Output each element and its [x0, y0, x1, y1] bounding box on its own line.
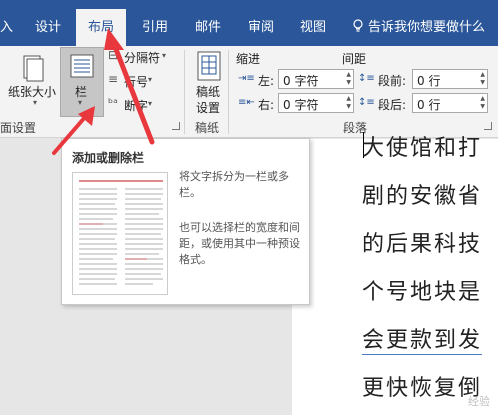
- space-after-value: 0 行: [417, 98, 441, 112]
- space-after-icon: ↕≡: [358, 97, 375, 108]
- tell-me-text: 告诉我你想要做什么: [368, 20, 486, 35]
- space-after-input[interactable]: 0 行 ▲ ▼: [412, 93, 488, 113]
- columns-dropdown-icon: ▾: [78, 98, 83, 107]
- space-before-input[interactable]: 0 行 ▲ ▼: [412, 69, 488, 89]
- spinner-arrows-icon[interactable]: ▲ ▼: [346, 71, 351, 87]
- paragraph-launcher-icon[interactable]: [484, 122, 492, 130]
- tell-me-search[interactable]: 告诉我你想要做什么: [352, 16, 485, 35]
- paper-size-icon: [23, 55, 44, 82]
- tooltip-description-1: 将文字拆分为一栏或多栏。: [179, 170, 289, 199]
- document-line[interactable]: 大使馆和打: [362, 130, 482, 162]
- document-line[interactable]: 剧的安徽省: [362, 178, 482, 210]
- paper-size-button[interactable]: 纸张大小: [8, 83, 56, 100]
- columns-icon: [70, 54, 94, 78]
- spinner-arrows-icon[interactable]: ▲ ▼: [346, 95, 351, 111]
- hyphenation-icon: ᵇᵃ: [108, 96, 118, 110]
- space-after-label: 段后:: [378, 98, 407, 112]
- indent-right-icon: ≡⇤: [238, 97, 255, 108]
- indent-left-value: 0 字符: [283, 74, 319, 88]
- paper-size-dropdown-icon[interactable]: ▾: [33, 98, 37, 107]
- columns-tooltip: 添加或删除栏 将文字拆分为一栏或多栏。 也可以选择栏的宽度和间距，或使用其中一种…: [61, 138, 310, 305]
- group-divider: [228, 50, 229, 134]
- line-numbers-button[interactable]: 行号: [124, 73, 148, 90]
- indent-right-value: 0 字符: [283, 98, 319, 112]
- tab-review[interactable]: 审阅: [248, 16, 274, 35]
- line-numbers-dropdown-icon[interactable]: ▾: [148, 75, 152, 84]
- columns-preview-image: [72, 172, 168, 295]
- indent-right-input[interactable]: 0 字符 ▲ ▼: [278, 93, 354, 113]
- breaks-dropdown-icon[interactable]: ▾: [162, 51, 166, 60]
- document-line[interactable]: 的后果科技: [362, 226, 482, 258]
- line-numbers-icon: ≡: [108, 72, 119, 86]
- draft-paper-button-line1[interactable]: 稿纸: [196, 83, 220, 100]
- lightbulb-icon: [353, 18, 363, 32]
- tooltip-title: 添加或删除栏: [72, 151, 145, 165]
- ribbon-body: 纸张大小 ▾ 栏 ▾ ⊟ 分隔符 ▾ ≡ 行号 ▾ ᵇᵃ 断字 ▾ 面设置 稿纸…: [0, 46, 498, 138]
- document-line[interactable]: 更快恢复倒: [362, 370, 482, 402]
- tab-layout[interactable]: 布局: [76, 9, 126, 46]
- ribbon-tab-bar: 入 设计 布局 引用 邮件 审阅 视图 告诉我你想要做什么: [0, 0, 498, 46]
- space-before-label: 段前:: [378, 74, 407, 88]
- breaks-button[interactable]: 分隔符: [124, 49, 160, 66]
- watermark: 经验: [468, 395, 490, 408]
- two-column-page-preview: [79, 180, 163, 285]
- group-divider: [184, 50, 185, 134]
- spacing-label: 间距: [342, 52, 367, 66]
- draft-paper-icon: [197, 51, 221, 81]
- tab-insert[interactable]: 入: [0, 16, 13, 35]
- space-before-value: 0 行: [417, 74, 441, 88]
- breaks-icon: ⊟: [108, 48, 119, 62]
- draft-paper-button-line2[interactable]: 设置: [196, 99, 220, 116]
- indent-left-label: 左:: [258, 74, 275, 88]
- spinner-arrows-icon[interactable]: ▲ ▼: [480, 95, 485, 111]
- tab-design[interactable]: 设计: [35, 16, 61, 35]
- spinner-arrows-icon[interactable]: ▲ ▼: [480, 71, 485, 87]
- hyphenation-button[interactable]: 断字: [124, 97, 148, 114]
- tab-view[interactable]: 视图: [300, 16, 326, 35]
- document-line[interactable]: 会更款到发: [362, 322, 483, 355]
- page-setup-group-label: 面设置: [0, 121, 37, 135]
- tab-mailings[interactable]: 邮件: [195, 16, 221, 35]
- indent-left-input[interactable]: 0 字符 ▲ ▼: [278, 69, 354, 89]
- space-before-icon: ↕≡: [358, 73, 375, 84]
- indent-right-label: 右:: [258, 98, 275, 112]
- indent-left-icon: ⇥≡: [238, 73, 255, 84]
- indent-label: 缩进: [236, 52, 261, 66]
- document-line[interactable]: 个号地块是: [362, 274, 482, 306]
- page-setup-launcher-icon[interactable]: [172, 122, 180, 130]
- tooltip-description-2: 也可以选择栏的宽度和间距，或使用其中一种预设格式。: [179, 221, 300, 266]
- draft-group-label: 稿纸: [195, 121, 220, 135]
- hyphenation-dropdown-icon[interactable]: ▾: [148, 99, 152, 108]
- tab-references[interactable]: 引用: [142, 16, 168, 35]
- columns-button[interactable]: 栏 ▾: [60, 47, 104, 117]
